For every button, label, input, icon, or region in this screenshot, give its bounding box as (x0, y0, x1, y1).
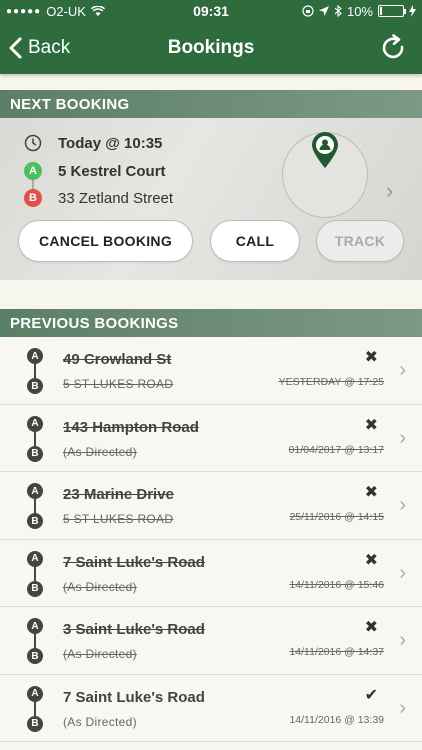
chevron-right-icon: › (399, 359, 406, 381)
rotation-lock-icon (302, 5, 314, 17)
booking-dropoff: (As Directed) (63, 579, 137, 594)
dropoff-pin-icon: B (27, 580, 43, 597)
pickup-pin-icon: A (27, 685, 43, 702)
status-bar: ●●●●● O2-UK 09:31 10% (0, 0, 422, 22)
clock: 09:31 (193, 3, 229, 19)
route-ab-icon: AB (27, 618, 43, 664)
booking-pickup: 7 Saint Luke's Road (63, 688, 205, 706)
signal-icon: ●●●●● (6, 5, 42, 17)
pickup-row: A 5 Kestrel Court (24, 162, 166, 180)
booking-date: 14/11/2016 @ 14:37 (289, 646, 384, 658)
booking-dropoff: (As Directed) (63, 714, 137, 729)
booking-date: 14/11/2016 @ 15:46 (289, 578, 384, 591)
booking-pickup: 7 Saint Luke's Road (63, 553, 205, 571)
pickup-pin-icon: A (27, 618, 43, 634)
chevron-right-icon: › (399, 494, 406, 516)
cancelled-icon: ✖ (364, 484, 378, 501)
location-icon (318, 6, 329, 16)
completed-icon: ✔ (364, 686, 378, 704)
back-label: Back (28, 37, 71, 58)
carrier-label: O2-UK (46, 3, 86, 19)
previous-bookings-header: PREVIOUS BOOKINGS (0, 309, 422, 337)
next-booking-card[interactable]: Today @ 10:35 A 5 Kestrel Court B 33 Zet… (0, 118, 422, 280)
dropoff-pin-icon: B (27, 715, 43, 732)
wifi-icon (90, 5, 105, 16)
cancelled-icon: ✖ (364, 551, 378, 569)
route-connector (34, 566, 36, 581)
booking-dropoff: (As Directed) (63, 647, 137, 661)
list-item[interactable]: A B 49 Crowland St 5 ST LUKES ROAD ✖ YESTERDA… (0, 337, 422, 405)
chevron-right-icon: › (399, 426, 406, 449)
chevron-right-icon[interactable]: › (386, 178, 393, 204)
booking-pickup: 23 Marine Drive (63, 486, 174, 503)
list-item[interactable]: AB 7 Saint Luke's Road (As Directed) ✖ 14/11… (0, 539, 422, 607)
route-ab-icon: AB (27, 550, 43, 597)
route-connector (34, 431, 36, 446)
previous-bookings-list: A B 49 Crowland St 5 ST LUKES ROAD ✖ YESTERDA… (0, 337, 422, 742)
back-button[interactable]: Back (8, 22, 70, 74)
chevron-right-icon: › (399, 696, 406, 719)
booking-dropoff: (As Directed) (63, 444, 137, 459)
route-connector (34, 701, 36, 716)
booking-date: 01/04/2017 @ 13:17 (288, 443, 384, 456)
cancelled-icon: ✖ (364, 619, 378, 636)
booking-date: 14/11/2016 @ 13:39 (289, 713, 384, 726)
battery-percent: 10% (346, 3, 373, 19)
pickup-pin-icon: A (24, 162, 42, 180)
list-item[interactable]: AB 3 Saint Luke's Road (As Directed) ✖ 14/11… (0, 607, 422, 675)
pickup-pin-icon: A (27, 483, 43, 499)
cancelled-icon: ✖ (364, 349, 378, 366)
chevron-right-icon: › (399, 629, 406, 651)
route-ab-icon: AB (27, 483, 43, 529)
clock-icon (24, 134, 42, 152)
pickup-address: 5 Kestrel Court (58, 162, 166, 180)
list-item[interactable]: A B 143 Hampton Road (As Directed) ✖ 01/04/20… (0, 404, 422, 472)
dropoff-pin-icon: B (24, 189, 42, 207)
booking-pickup: 49 Crowland St (63, 351, 172, 368)
booking-date: YESTERDAY @ 17:25 (278, 376, 384, 388)
dropoff-pin-icon: B (27, 648, 43, 664)
next-booking-header: NEXT BOOKING (0, 90, 422, 118)
map-preview[interactable] (282, 132, 368, 218)
booking-time: Today @ 10:35 (58, 134, 163, 152)
pickup-pin-icon: A (27, 415, 43, 432)
chevron-right-icon: › (399, 561, 406, 584)
battery-icon (378, 5, 406, 17)
refresh-icon[interactable] (380, 34, 408, 62)
dropoff-pin-icon: B (27, 445, 43, 462)
pickup-pin-icon: A (27, 348, 43, 364)
chevron-left-icon (9, 37, 22, 59)
list-item[interactable]: A B 23 Marine Drive 5 ST LUKES ROAD ✖ 25/11/2… (0, 472, 422, 540)
charging-icon (409, 5, 416, 17)
booking-pickup: 3 Saint Luke's Road (63, 621, 205, 638)
navigation-bar: Back Bookings (0, 22, 422, 74)
route-connector (34, 364, 36, 378)
list-item[interactable]: AB 7 Saint Luke's Road (As Directed) ✔ 14/11… (0, 674, 422, 742)
booking-date: 25/11/2016 @ 14:15 (289, 511, 384, 523)
booking-dropoff: 5 ST LUKES ROAD (63, 377, 174, 391)
cancel-booking-button[interactable]: CANCEL BOOKING (18, 220, 193, 262)
dropoff-pin-icon: B (27, 513, 43, 529)
bluetooth-icon (334, 5, 342, 17)
dropoff-address: 33 Zetland Street (58, 189, 174, 207)
dropoff-pin-icon: B (27, 378, 43, 394)
booking-dropoff: 5 ST LUKES ROAD (63, 512, 174, 526)
dropoff-row: B 33 Zetland Street (24, 189, 173, 207)
route-connector (34, 499, 36, 513)
route-ab-icon: AB (27, 348, 43, 394)
cancelled-icon: ✖ (364, 416, 378, 434)
pickup-pin-icon: A (27, 550, 43, 567)
booking-time-row: Today @ 10:35 (24, 134, 162, 152)
track-button[interactable]: TRACK (316, 220, 404, 262)
route-connector (34, 634, 36, 648)
route-ab-icon: AB (27, 415, 43, 462)
call-button[interactable]: CALL (210, 220, 300, 262)
driver-marker-icon (312, 132, 338, 168)
booking-pickup: 143 Hampton Road (63, 418, 199, 436)
route-ab-icon: AB (27, 685, 43, 732)
